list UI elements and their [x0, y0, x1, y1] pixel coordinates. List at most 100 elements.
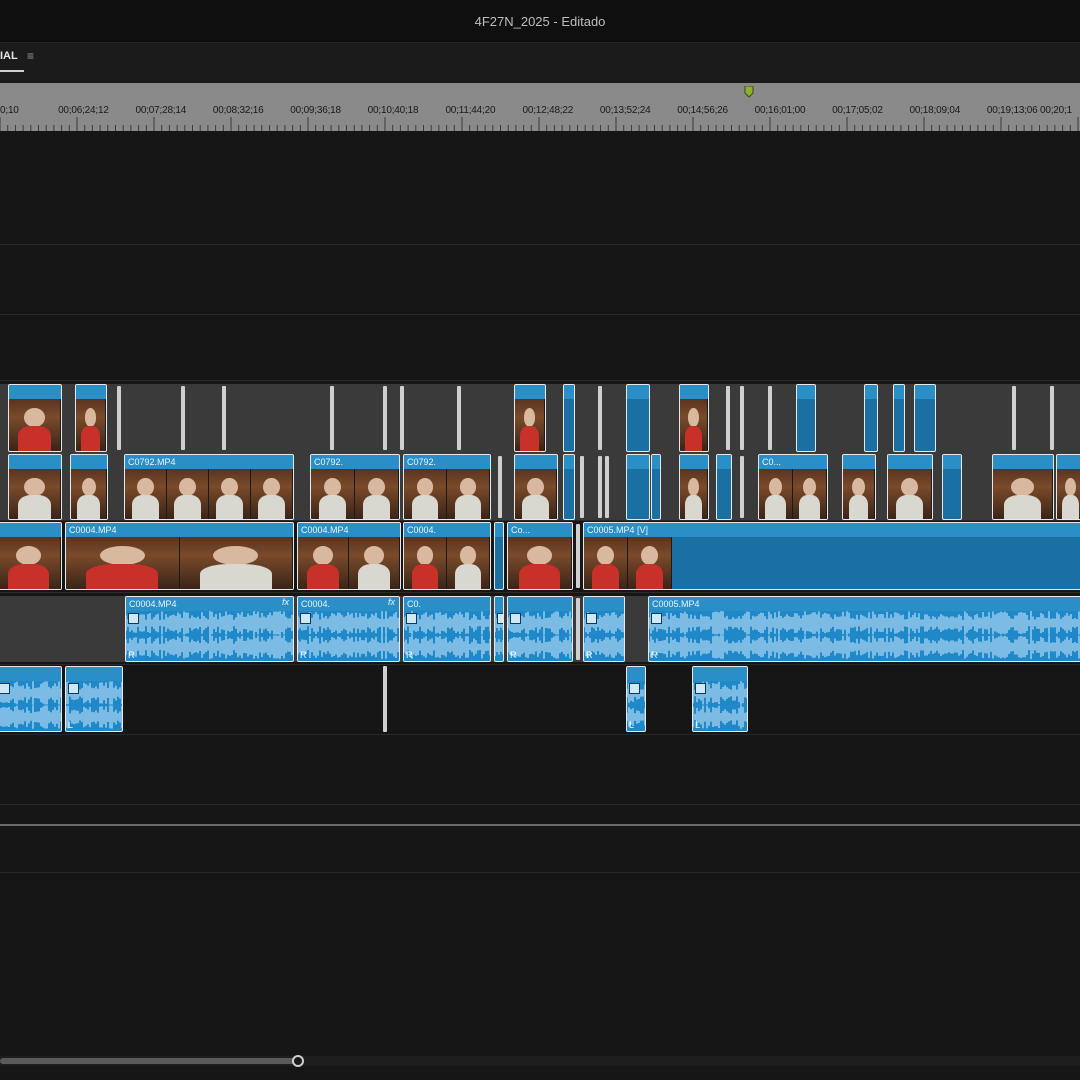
- thin-clip[interactable]: [740, 386, 744, 450]
- video-clip[interactable]: [716, 454, 732, 520]
- timeline-tab[interactable]: IAL: [0, 43, 22, 69]
- thin-clip[interactable]: [740, 456, 744, 518]
- video-clip[interactable]: [626, 384, 650, 452]
- audio-clip[interactable]: C0005.MP4 R: [648, 596, 1080, 662]
- video-clip[interactable]: [842, 454, 876, 520]
- thin-clip[interactable]: [383, 386, 387, 450]
- keyframe-icon[interactable]: [300, 613, 311, 624]
- thin-clip[interactable]: [181, 386, 185, 450]
- fx-badge-icon[interactable]: fx: [282, 597, 289, 607]
- video-clip[interactable]: C0004.MP4: [297, 522, 401, 590]
- video-clip[interactable]: C0...: [758, 454, 828, 520]
- track-lane-separator: [0, 592, 1080, 593]
- thin-clip[interactable]: [498, 456, 502, 518]
- zoom-handle[interactable]: [292, 1055, 304, 1067]
- video-clip[interactable]: [514, 454, 558, 520]
- video-clip[interactable]: Co...: [507, 522, 573, 590]
- video-clip[interactable]: C0792.MP4: [124, 454, 294, 520]
- video-clip[interactable]: [992, 454, 1054, 520]
- audio-clip[interactable]: C0004.MP4 fx R: [125, 596, 294, 662]
- audio-channel-label: L: [629, 720, 635, 730]
- thin-clip[interactable]: [605, 456, 609, 518]
- horizontal-scrollbar[interactable]: [0, 1058, 300, 1064]
- video-clip[interactable]: [75, 384, 107, 452]
- thin-clip[interactable]: [222, 386, 226, 450]
- clip-header: C0792.MP4: [125, 455, 293, 469]
- video-clip[interactable]: C0792.: [403, 454, 491, 520]
- audio-clip[interactable]: [0, 666, 62, 732]
- audio-clip[interactable]: [494, 596, 504, 662]
- video-clip[interactable]: [651, 454, 661, 520]
- ruler-timecode: 00;13;52;24: [599, 105, 651, 116]
- video-clip[interactable]: [864, 384, 878, 452]
- thin-clip[interactable]: [576, 524, 580, 588]
- ruler-timecode: 00;06;24;12: [58, 105, 109, 116]
- video-clip[interactable]: [914, 384, 936, 452]
- video-clip[interactable]: [1056, 454, 1080, 520]
- keyframe-icon[interactable]: [128, 613, 139, 624]
- audio-clip[interactable]: C0004. fx R: [297, 596, 400, 662]
- thin-clip[interactable]: [598, 386, 602, 450]
- keyframe-icon[interactable]: [695, 683, 706, 694]
- thin-clip[interactable]: [383, 666, 387, 732]
- thin-clip[interactable]: [598, 456, 602, 518]
- thin-clip[interactable]: [457, 386, 461, 450]
- thin-clip[interactable]: [330, 386, 334, 450]
- time-ruler[interactable]: 0;10 00;06;24;12 00;07;28;14 00;08;32;16 00;…: [0, 83, 1080, 131]
- thin-clip[interactable]: [726, 386, 730, 450]
- hamburger-icon[interactable]: ≡: [27, 49, 34, 63]
- audio-clip[interactable]: L: [65, 666, 123, 732]
- thin-clip[interactable]: [1012, 386, 1016, 450]
- keyframe-icon[interactable]: [0, 683, 10, 694]
- keyframe-icon[interactable]: [586, 613, 597, 624]
- video-clip[interactable]: [563, 454, 575, 520]
- video-clip[interactable]: C0792.: [310, 454, 400, 520]
- audio-clip[interactable]: L: [692, 666, 748, 732]
- keyframe-icon[interactable]: [629, 683, 640, 694]
- video-clip[interactable]: [887, 454, 933, 520]
- keyframe-icon[interactable]: [651, 613, 662, 624]
- video-clip[interactable]: [626, 454, 650, 520]
- clip-thumbnails: [584, 537, 672, 589]
- thin-clip[interactable]: [768, 386, 772, 450]
- keyframe-icon[interactable]: [497, 613, 503, 624]
- thin-clip[interactable]: [580, 456, 584, 518]
- clip-thumbnails: [9, 469, 61, 519]
- video-clip[interactable]: [494, 522, 504, 590]
- track-divider[interactable]: [0, 824, 1080, 826]
- timeline-tracks[interactable]: C0792.MP4 C0792. C0792. C0... C0004.MP4 C0004…: [0, 132, 1080, 1052]
- thin-clip[interactable]: [117, 386, 121, 450]
- clip-name: C0792.: [407, 457, 437, 467]
- audio-clip[interactable]: C0. R: [403, 596, 491, 662]
- audio-waveform: [298, 611, 399, 635]
- video-clip[interactable]: [796, 384, 816, 452]
- thin-clip[interactable]: [400, 386, 404, 450]
- keyframe-icon[interactable]: [406, 613, 417, 624]
- thin-clip[interactable]: [1050, 386, 1054, 450]
- audio-clip[interactable]: L: [626, 666, 646, 732]
- video-clip[interactable]: [514, 384, 546, 452]
- keyframe-icon[interactable]: [68, 683, 79, 694]
- video-clip[interactable]: [70, 454, 108, 520]
- playhead-marker[interactable]: [744, 86, 754, 98]
- video-clip[interactable]: [679, 454, 709, 520]
- video-clip[interactable]: [8, 384, 62, 452]
- audio-waveform: [495, 635, 503, 659]
- video-clip[interactable]: C0004.MP4: [65, 522, 294, 590]
- audio-clip[interactable]: R: [583, 596, 625, 662]
- clip-thumbnail: [179, 537, 293, 589]
- video-clip[interactable]: [942, 454, 962, 520]
- video-clip[interactable]: [0, 522, 62, 590]
- ruler-timecode: 0;10: [0, 105, 19, 116]
- video-clip[interactable]: [8, 454, 62, 520]
- video-clip[interactable]: C0004.: [403, 522, 491, 590]
- video-clip[interactable]: [563, 384, 575, 452]
- audio-clip[interactable]: R: [507, 596, 573, 662]
- video-clip[interactable]: [893, 384, 905, 452]
- video-clip[interactable]: [679, 384, 709, 452]
- thin-clip[interactable]: [576, 598, 580, 660]
- video-clip[interactable]: C0005.MP4 [V]: [583, 522, 1080, 590]
- audio-channel-label: R: [586, 650, 593, 660]
- fx-badge-icon[interactable]: fx: [388, 597, 395, 607]
- keyframe-icon[interactable]: [510, 613, 521, 624]
